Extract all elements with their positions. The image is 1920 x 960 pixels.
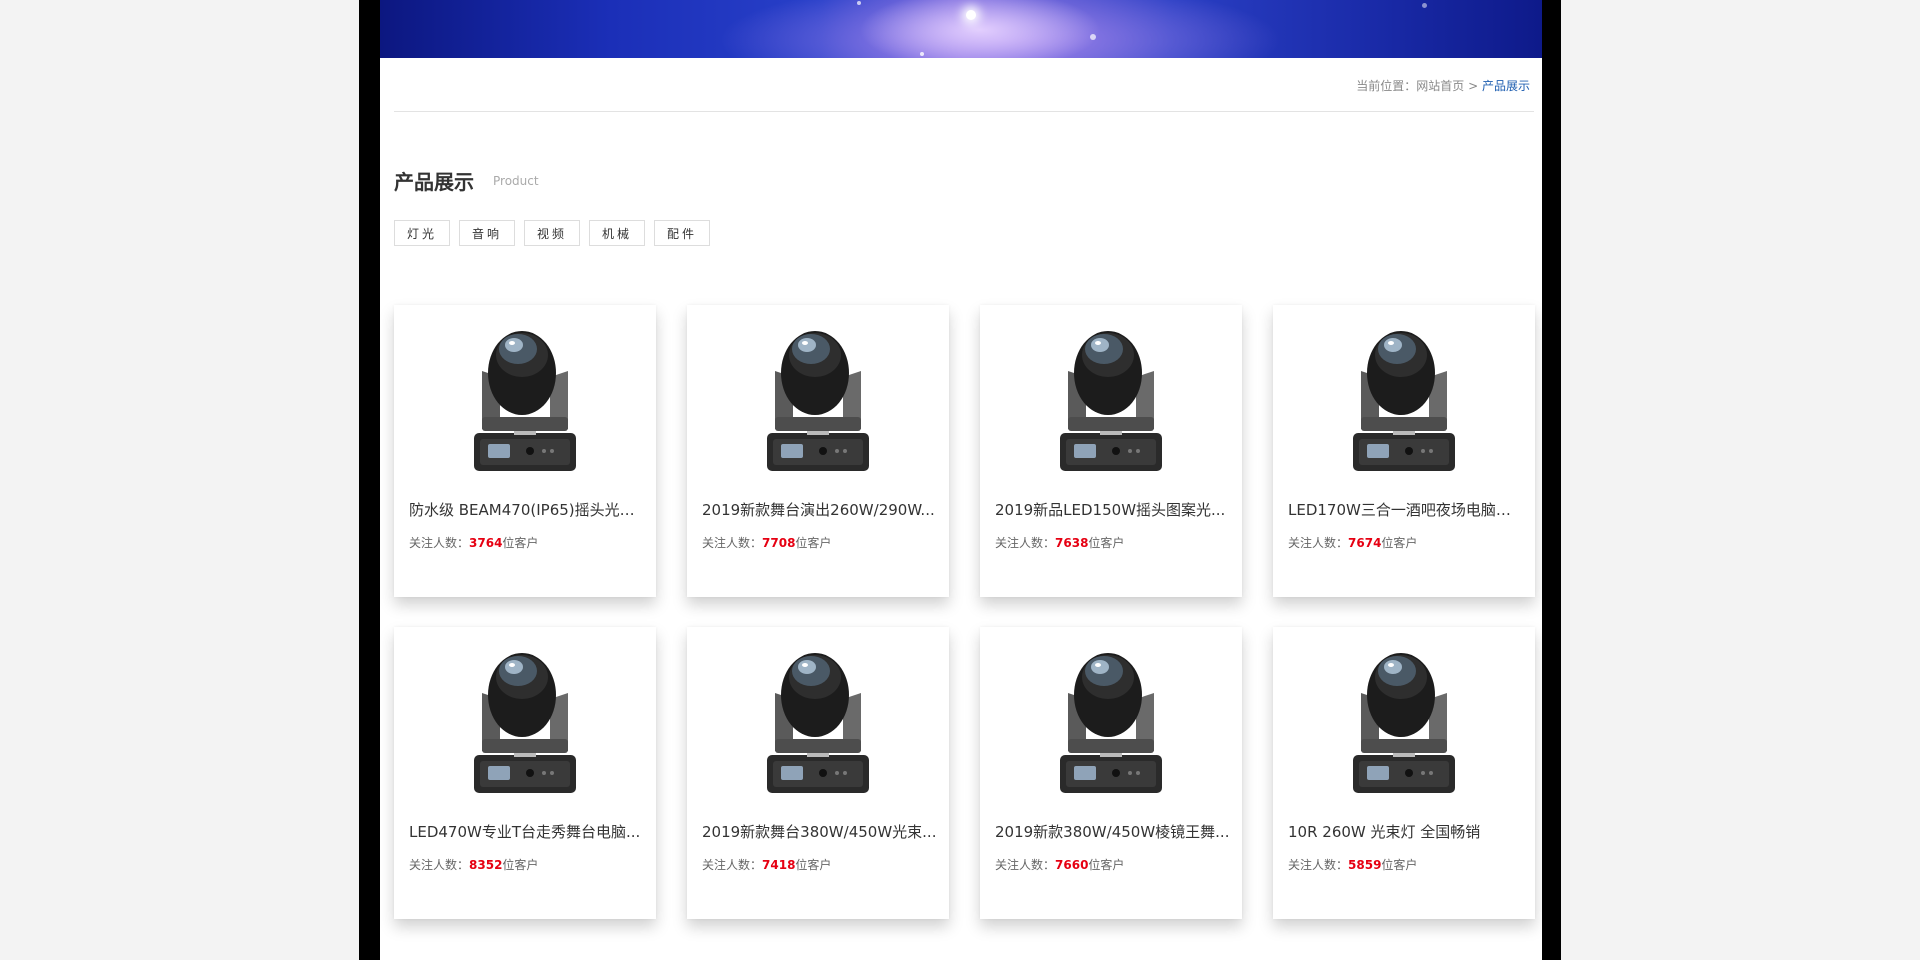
- moving-head-light-icon: [1353, 330, 1455, 471]
- product-followers: 关注人数：5859位客户: [1288, 856, 1417, 873]
- product-name-link[interactable]: 2019新款舞台演出260W/290W...: [702, 499, 937, 520]
- followers-label: 关注人数：: [995, 536, 1056, 550]
- product-followers: 关注人数：8352位客户: [409, 856, 538, 873]
- product-followers: 关注人数：7418位客户: [702, 856, 831, 873]
- followers-suffix: 位客户: [1381, 858, 1418, 872]
- moving-head-light-icon: [1060, 330, 1162, 471]
- followers-suffix: 位客户: [502, 536, 539, 550]
- product-card[interactable]: 2019新品LED150W摇头图案光... 关注人数：7638位客户: [980, 305, 1242, 597]
- product-name-link[interactable]: 2019新款舞台380W/450W光束...: [702, 821, 937, 842]
- tab-audio[interactable]: 音响: [459, 220, 515, 246]
- product-image[interactable]: [980, 305, 1242, 485]
- product-name-link[interactable]: LED170W三合一酒吧夜场电脑摇...: [1288, 499, 1523, 520]
- breadcrumb-separator: >: [1468, 79, 1479, 93]
- product-name-link[interactable]: LED470W专业T台走秀舞台电脑...: [409, 821, 644, 842]
- product-grid: 防水级 BEAM470(IP65)摇头光束... 关注人数：3764位客户 20…: [394, 305, 1536, 919]
- product-image[interactable]: [980, 627, 1242, 807]
- followers-label: 关注人数：: [702, 536, 763, 550]
- banner-spark: [1422, 3, 1427, 8]
- product-image[interactable]: [394, 627, 656, 807]
- followers-count: 3764: [469, 536, 503, 550]
- breadcrumb-prefix: 当前位置：: [1356, 79, 1417, 93]
- breadcrumb: 当前位置：网站首页 > 产品展示: [1356, 77, 1530, 94]
- product-name-link[interactable]: 防水级 BEAM470(IP65)摇头光束...: [409, 499, 644, 520]
- moving-head-light-icon: [767, 652, 869, 793]
- banner-spark: [920, 52, 924, 56]
- banner-image: [380, 0, 1542, 58]
- product-card[interactable]: 2019新款舞台演出260W/290W... 关注人数：7708位客户: [687, 305, 949, 597]
- section-subtitle: Product: [493, 174, 539, 188]
- product-name-link[interactable]: 10R 260W 光束灯 全国畅销: [1288, 821, 1523, 842]
- moving-head-light-icon: [1353, 652, 1455, 793]
- product-image[interactable]: [1273, 305, 1535, 485]
- divider: [394, 111, 1534, 112]
- moving-head-light-icon: [767, 330, 869, 471]
- followers-suffix: 位客户: [795, 858, 832, 872]
- product-card[interactable]: 10R 260W 光束灯 全国畅销 关注人数：5859位客户: [1273, 627, 1535, 919]
- product-image[interactable]: [687, 305, 949, 485]
- followers-suffix: 位客户: [1088, 858, 1125, 872]
- moving-head-light-icon: [474, 652, 576, 793]
- product-followers: 关注人数：7708位客户: [702, 534, 831, 551]
- followers-suffix: 位客户: [1088, 536, 1125, 550]
- product-card[interactable]: LED170W三合一酒吧夜场电脑摇... 关注人数：7674位客户: [1273, 305, 1535, 597]
- product-followers: 关注人数：7638位客户: [995, 534, 1124, 551]
- banner-spark: [1090, 34, 1096, 40]
- breadcrumb-home-link[interactable]: 网站首页: [1416, 79, 1464, 93]
- moving-head-light-icon: [1060, 652, 1162, 793]
- followers-label: 关注人数：: [995, 858, 1056, 872]
- tab-accessories[interactable]: 配件: [654, 220, 710, 246]
- followers-count: 7638: [1055, 536, 1089, 550]
- followers-count: 7708: [762, 536, 796, 550]
- breadcrumb-current-link[interactable]: 产品展示: [1482, 79, 1530, 93]
- tab-video[interactable]: 视频: [524, 220, 580, 246]
- tab-lighting[interactable]: 灯光: [394, 220, 450, 246]
- banner-spark: [966, 10, 976, 20]
- followers-label: 关注人数：: [409, 858, 470, 872]
- product-image[interactable]: [394, 305, 656, 485]
- product-image[interactable]: [687, 627, 949, 807]
- followers-count: 7418: [762, 858, 796, 872]
- product-name-link[interactable]: 2019新品LED150W摇头图案光...: [995, 499, 1230, 520]
- followers-count: 5859: [1348, 858, 1382, 872]
- product-card[interactable]: 2019新款舞台380W/450W光束... 关注人数：7418位客户: [687, 627, 949, 919]
- followers-count: 8352: [469, 858, 503, 872]
- followers-count: 7660: [1055, 858, 1089, 872]
- product-card[interactable]: LED470W专业T台走秀舞台电脑... 关注人数：8352位客户: [394, 627, 656, 919]
- followers-suffix: 位客户: [502, 858, 539, 872]
- followers-label: 关注人数：: [1288, 536, 1349, 550]
- moving-head-light-icon: [474, 330, 576, 471]
- followers-suffix: 位客户: [1381, 536, 1418, 550]
- category-tabs: 灯光 音响 视频 机械 配件: [394, 220, 710, 246]
- followers-label: 关注人数：: [409, 536, 470, 550]
- product-card[interactable]: 防水级 BEAM470(IP65)摇头光束... 关注人数：3764位客户: [394, 305, 656, 597]
- tab-mechanical[interactable]: 机械: [589, 220, 645, 246]
- section-title: 产品展示: [394, 170, 474, 194]
- followers-suffix: 位客户: [795, 536, 832, 550]
- product-followers: 关注人数：7660位客户: [995, 856, 1124, 873]
- product-card[interactable]: 2019新款380W/450W棱镜王舞... 关注人数：7660位客户: [980, 627, 1242, 919]
- product-followers: 关注人数：3764位客户: [409, 534, 538, 551]
- product-image[interactable]: [1273, 627, 1535, 807]
- banner-spark: [857, 1, 861, 5]
- product-name-link[interactable]: 2019新款380W/450W棱镜王舞...: [995, 821, 1230, 842]
- page-content: 当前位置：网站首页 > 产品展示 产品展示 Product 灯光 音响 视频 机…: [380, 0, 1542, 960]
- followers-label: 关注人数：: [1288, 858, 1349, 872]
- product-followers: 关注人数：7674位客户: [1288, 534, 1417, 551]
- followers-label: 关注人数：: [702, 858, 763, 872]
- followers-count: 7674: [1348, 536, 1382, 550]
